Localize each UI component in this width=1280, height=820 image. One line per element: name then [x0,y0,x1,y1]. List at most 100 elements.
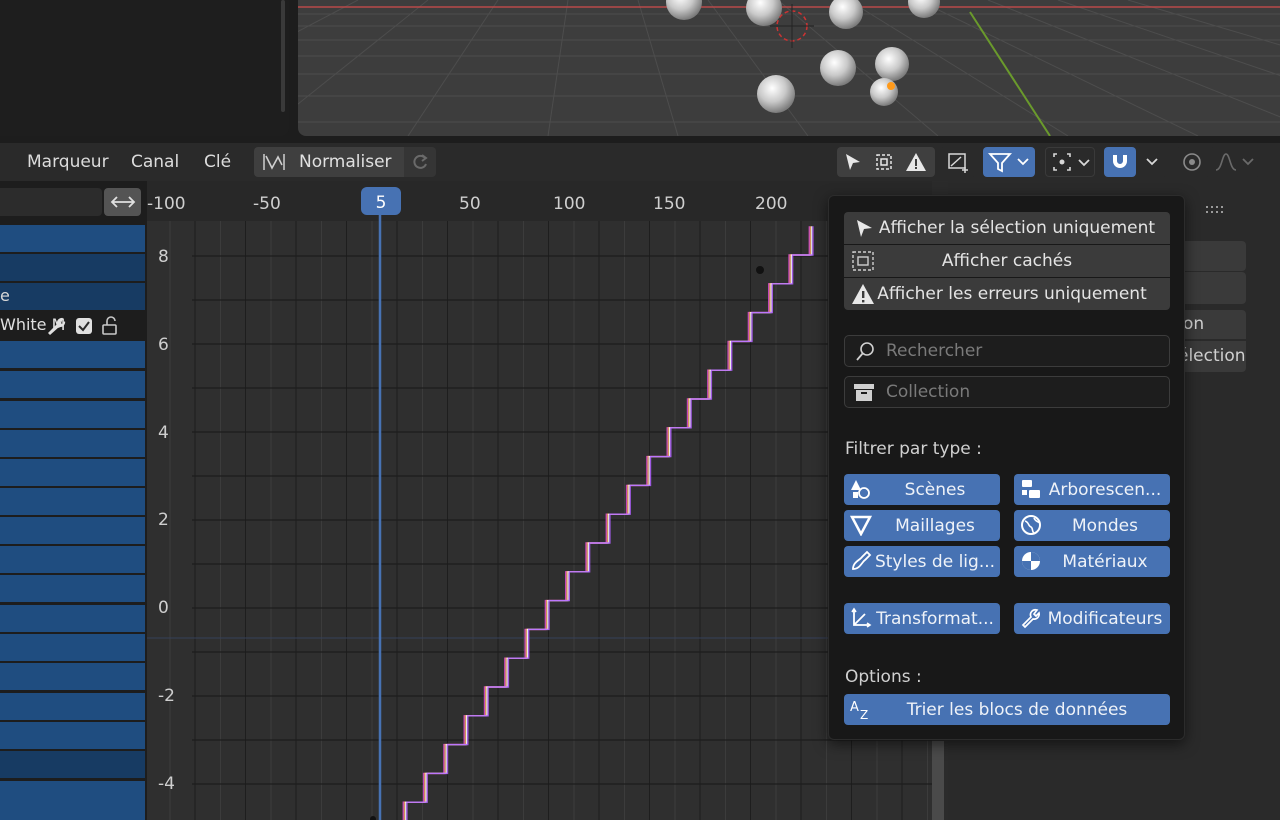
outliner-scrollbar[interactable] [281,0,285,112]
channel-row[interactable] [0,488,145,515]
y-tick-label: 2 [158,510,169,530]
only-show-errors-label: Afficher les erreurs uniquement [877,284,1147,304]
filter-transforms-toggle[interactable]: Transformat... [844,603,1000,634]
only-show-selected-label: Afficher la sélection uniquement [878,218,1156,238]
channel-row[interactable] [0,459,145,486]
select-arrow-icon[interactable] [842,151,864,173]
hidden-dashed-icon[interactable] [873,151,895,173]
wrench-icon [1020,607,1042,629]
transform-axes-icon [850,607,872,629]
filters-popover: Afficher la sélection uniquement Affiche… [828,195,1185,740]
menu-channel[interactable]: Canal [131,152,179,172]
refresh-icon [413,154,428,169]
only-show-selected-toggle[interactable]: Afficher la sélection uniquement [844,212,1170,244]
channel-row[interactable] [0,605,145,632]
filter-node-trees-toggle[interactable]: Arborescen... [1014,474,1170,505]
scene-icon [850,478,872,500]
channel-search-input[interactable] [0,188,102,216]
channel-row[interactable] [0,401,145,428]
show-hidden-toggle[interactable]: Afficher cachés [844,245,1170,277]
menu-key[interactable]: Clé [204,152,231,172]
filter-line-styles-toggle[interactable]: Styles de lig... [844,546,1000,577]
mesh-triangle-icon [849,514,873,537]
falloff-curve-icon [1215,153,1237,171]
swap-filter-button[interactable] [104,188,141,216]
y-tick-label: -2 [158,686,175,706]
channel-row[interactable] [0,575,145,602]
channel-row[interactable] [0,341,145,368]
x-tick-label: -100 [147,194,186,214]
chevron-down-icon [1078,159,1090,167]
snap-toggle[interactable] [1104,147,1136,177]
filter-scenes-toggle[interactable]: Scènes [844,474,1000,505]
channel-row[interactable] [0,371,145,398]
filter-dropdown-button[interactable] [983,147,1035,177]
snap-options-dropdown[interactable] [1137,147,1167,177]
channel-list: e White M [0,181,147,820]
double-arrow-icon [110,196,136,208]
falloff-dropdown[interactable] [1210,147,1260,177]
3d-viewport[interactable] [298,0,1280,136]
graph-handles-icon [948,153,968,173]
channel-row[interactable] [0,254,145,281]
graph-editor-area[interactable]: 5 -100 -50 50 100 150 200 8 6 4 2 0 -2 -… [147,181,932,820]
options-heading: Options : [845,667,922,687]
viewport-grid [298,0,1280,136]
collection-filter-input[interactable]: Collection [844,376,1170,408]
x-tick-label: 200 [755,194,787,214]
line-style-brush-icon [850,550,872,572]
sort-datablocks-toggle[interactable]: AZ Trier les blocs de données [844,694,1170,725]
sort-alpha-icon: AZ [850,698,872,722]
warning-icon [852,284,874,304]
normalize-toggle[interactable]: Normaliser [254,147,404,177]
proportional-edit-icon [1183,153,1201,171]
channel-row[interactable] [0,751,145,778]
graph-canvas[interactable]: 5 -100 -50 50 100 150 200 8 6 4 2 0 -2 -… [147,181,932,820]
proportional-edit-toggle[interactable] [1176,147,1210,177]
filter-by-type-heading: Filtrer par type : [845,439,982,459]
channel-row[interactable] [0,722,145,749]
channel-row[interactable] [0,225,145,252]
x-tick-label: -50 [253,194,281,214]
y-tick-label: 6 [158,335,169,355]
panel-drag-handle[interactable] [1206,199,1226,213]
wrench-icon[interactable] [45,316,67,336]
channel-row[interactable] [0,781,145,820]
name-filter-input[interactable]: Rechercher [844,335,1170,367]
lock-icon[interactable] [100,316,126,336]
warning-icon[interactable] [905,151,927,173]
only-selected-keyframes-button[interactable] [940,147,976,177]
only-show-errors-toggle[interactable]: Afficher les erreurs uniquement [844,278,1170,310]
chevron-down-icon [1146,158,1158,166]
filter-modifiers-toggle[interactable]: Modificateurs [1014,603,1170,634]
cursor-arrow-icon [857,220,872,237]
channel-row[interactable] [0,546,145,573]
search-icon [856,342,874,361]
filter-materials-toggle[interactable]: Matériaux [1014,546,1170,577]
y-tick-label: 4 [158,423,169,443]
channel-row[interactable] [0,693,145,720]
fcurve-step-line[interactable] [384,226,812,820]
channel-row-object[interactable]: White M [0,312,145,339]
filter-worlds-toggle[interactable]: Mondes [1014,510,1170,541]
menu-marker[interactable]: Marqueur [27,152,109,172]
fcurve-step-line[interactable] [383,226,810,820]
checkbox-icon[interactable] [75,317,93,335]
pivot-icon [1053,153,1071,171]
scrollbar-thumb[interactable] [932,741,944,820]
channel-row[interactable]: e [0,283,145,310]
x-tick-label: 100 [553,194,585,214]
pivot-point-dropdown[interactable] [1045,147,1095,177]
keyframe-point[interactable] [756,266,764,274]
refresh-normalization-button[interactable] [404,147,436,177]
panel-button-fragment: élection [1178,346,1246,366]
channel-row[interactable] [0,634,145,661]
channel-row[interactable] [0,517,145,544]
collection-box-icon [854,384,874,401]
channel-row[interactable] [0,430,145,457]
keyframe-point[interactable] [370,816,376,820]
y-tick-label: -4 [158,774,175,794]
channel-row[interactable] [0,663,145,690]
filter-meshes-toggle[interactable]: Maillages [844,510,1000,541]
x-tick-label: 150 [653,194,685,214]
